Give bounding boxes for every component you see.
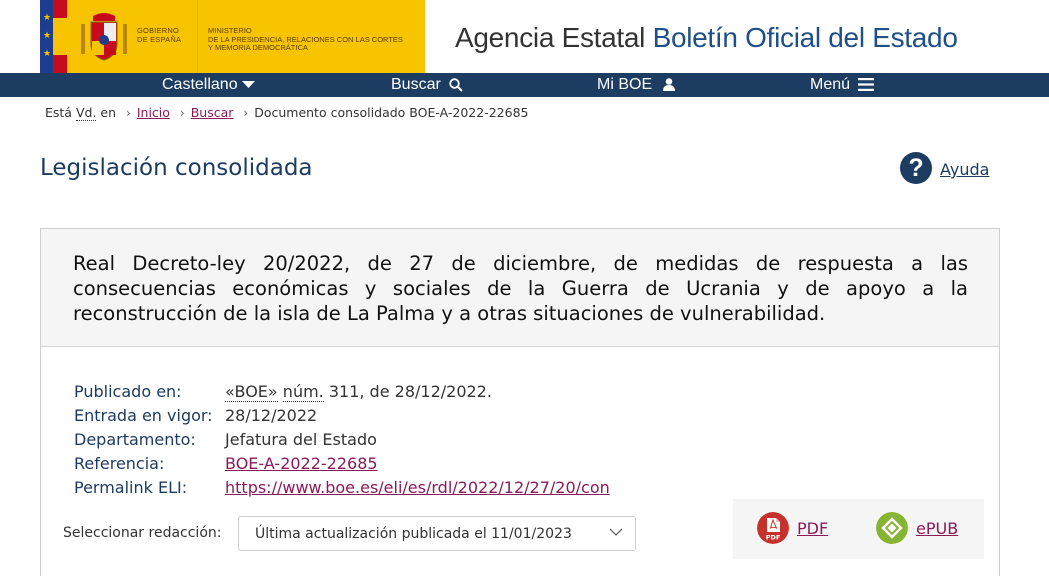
version-select-value: Última actualización publicada el 11/01/… <box>255 526 572 542</box>
meta-reference-label: Referencia: <box>74 454 165 473</box>
meta-reference-value: BOE-A-2022-22685 <box>225 454 378 474</box>
caret-down-icon <box>242 80 256 88</box>
coat-of-arms-icon <box>81 13 127 61</box>
download-panel: PDF PDF ePUB <box>733 499 984 559</box>
eu-flag-strip: ★ ★ ★ <box>40 0 67 73</box>
breadcrumb-home-link[interactable]: Inicio <box>137 105 170 120</box>
breadcrumb-prefix-end: en <box>100 105 117 120</box>
nav-my-boe-label: Mi BOE <box>597 76 653 93</box>
meta-eli-value: https://www.boe.es/eli/es/rdl/2022/12/27… <box>225 478 610 498</box>
breadcrumb: Está Vd. en › Inicio › Buscar › Documento c… <box>45 105 529 121</box>
document-header: Real Decreto-ley 20/2022, de 27 de dicie… <box>41 229 999 347</box>
download-epub-label[interactable]: ePUB <box>916 519 958 538</box>
pdf-icon: PDF <box>757 512 789 544</box>
site-title-agency: Agencia Estatal <box>455 22 646 53</box>
hamburger-icon <box>858 78 875 92</box>
meta-eli-label: Permalink ELI: <box>74 478 188 497</box>
chevron-down-icon <box>609 528 623 536</box>
breadcrumb-separator-icon: › <box>126 106 131 120</box>
nav-language[interactable]: Castellano <box>162 73 256 97</box>
meta-published-label: Publicado en: <box>74 382 182 401</box>
download-pdf-label[interactable]: PDF <box>797 519 828 538</box>
government-logo[interactable]: ★ ★ ★ GOBIERNO DE ESPAÑA MINISTERIO DE L… <box>40 0 425 73</box>
published-rest: 311, de 28/12/2022. <box>328 382 492 401</box>
meta-in-force-label: Entrada en vigor: <box>74 406 213 425</box>
page-title: Legislación consolidada <box>40 155 313 181</box>
epub-icon <box>876 512 908 544</box>
pdf-badge: PDF <box>766 534 781 542</box>
nav-my-boe[interactable]: Mi BOE <box>597 73 675 97</box>
nav-language-label: Castellano <box>162 76 238 93</box>
logo-divider <box>197 0 198 73</box>
user-icon <box>662 78 675 92</box>
nav-menu-label: Menú <box>810 76 851 93</box>
ministry-label: MINISTERIO DE LA PRESIDENCIA, RELACIONES… <box>208 26 403 52</box>
version-select[interactable]: Última actualización publicada el 11/01/… <box>238 516 636 551</box>
document-title: Real Decreto-ley 20/2022, de 27 de dicie… <box>73 252 968 325</box>
nav-search-label: Buscar <box>391 76 441 93</box>
government-label: GOBIERNO DE ESPAÑA <box>137 26 182 44</box>
question-icon[interactable]: ? <box>900 152 932 184</box>
nav-search[interactable]: Buscar <box>391 73 463 97</box>
breadcrumb-current: Documento consolidado BOE-A-2022-22685 <box>254 105 529 120</box>
boe-abbr: «BOE» <box>225 382 278 402</box>
main-nav: Castellano Buscar Mi BOE Menú <box>0 73 1049 97</box>
eli-permalink[interactable]: https://www.boe.es/eli/es/rdl/2022/12/27… <box>225 478 610 497</box>
breadcrumb-prefix: Está <box>45 105 72 120</box>
breadcrumb-abbr: Vd. <box>75 105 97 121</box>
help-link[interactable]: Ayuda <box>940 160 989 179</box>
num-abbr: núm. <box>282 382 324 402</box>
site-title[interactable]: Agencia Estatal Boletín Oficial del Esta… <box>455 22 958 54</box>
nav-menu[interactable]: Menú <box>810 73 875 97</box>
reference-link[interactable]: BOE-A-2022-22685 <box>225 454 378 473</box>
meta-published-value: «BOE» núm. 311, de 28/12/2022. <box>225 382 492 402</box>
document-panel: Real Decreto-ley 20/2022, de 27 de dicie… <box>40 228 1000 576</box>
meta-department-label: Departamento: <box>74 430 196 449</box>
meta-in-force-value: 28/12/2022 <box>225 406 318 425</box>
search-icon <box>449 78 463 92</box>
breadcrumb-separator-icon: › <box>243 106 249 120</box>
site-header: ★ ★ ★ GOBIERNO DE ESPAÑA MINISTERIO DE L… <box>0 0 1049 73</box>
meta-department-value: Jefatura del Estado <box>225 430 377 449</box>
breadcrumb-search-link[interactable]: Buscar <box>191 105 234 120</box>
site-title-boe: Boletín Oficial del Estado <box>652 22 958 53</box>
breadcrumb-separator-icon: › <box>179 106 185 120</box>
version-select-label: Seleccionar redacción: <box>63 525 222 541</box>
